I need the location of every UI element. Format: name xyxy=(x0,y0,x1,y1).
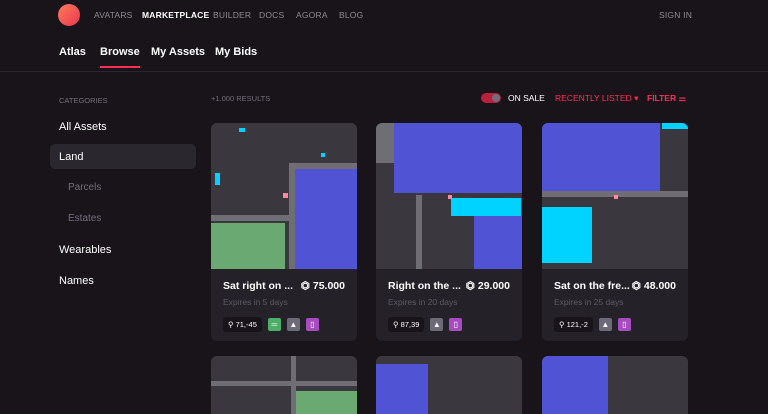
pin-icon: ⚲ xyxy=(559,320,565,329)
tab-browse[interactable]: Browse xyxy=(100,46,140,68)
coordinates-value: 71,-45 xyxy=(235,320,257,329)
coordinates-value: 87,39 xyxy=(400,320,420,329)
sidebar-item-wearables[interactable]: Wearables xyxy=(59,244,111,256)
sort-dropdown[interactable]: RECENTLY LISTED ▾ xyxy=(555,93,638,104)
on-sale-label: ON SALE xyxy=(508,93,545,103)
decentraland-logo[interactable] xyxy=(58,4,80,26)
road-proximity-icon: ▲ xyxy=(430,318,444,331)
mana-icon: ⏣ xyxy=(631,280,641,292)
land-card-partial[interactable] xyxy=(211,356,357,414)
nav-blog[interactable]: BLOG xyxy=(339,10,363,20)
card-badges: ⚲ 87,39 ▲ ▯ xyxy=(388,317,463,332)
road-proximity-icon: ▲ xyxy=(598,318,612,331)
sidebar-item-estates[interactable]: Estates xyxy=(68,213,101,224)
plaza-proximity-icon: ▯ xyxy=(305,318,319,331)
tab-my-assets[interactable]: My Assets xyxy=(151,46,205,58)
nav-builder[interactable]: BUILDER xyxy=(213,10,251,20)
divider xyxy=(0,71,768,72)
sort-label: RECENTLY LISTED xyxy=(555,93,632,103)
nav-avatars[interactable]: AVATARS xyxy=(94,10,133,20)
card-expiry: Expires in 5 days xyxy=(223,297,288,307)
land-map-thumbnail xyxy=(211,356,357,414)
mana-icon: ⏣ xyxy=(300,280,310,292)
coordinates-badge: ⚲ 71,-45 xyxy=(223,317,262,332)
road-adjacent-icon: ═ xyxy=(267,318,281,331)
card-price: ⏣ 75.000 xyxy=(301,280,345,292)
land-card-partial[interactable] xyxy=(542,356,688,414)
card-price: ⏣ 29.000 xyxy=(466,280,510,292)
plaza-proximity-icon: ▯ xyxy=(617,318,631,331)
sign-in-link[interactable]: SIGN IN xyxy=(659,10,692,20)
pin-icon: ⚲ xyxy=(393,320,399,329)
filter-button[interactable]: FILTER ⚌ xyxy=(647,93,686,104)
card-expiry: Expires in 25 days xyxy=(554,297,624,307)
land-card-partial[interactable] xyxy=(376,356,522,414)
coordinates-badge: ⚲ 87,39 xyxy=(388,317,425,332)
card-expiry: Expires in 20 days xyxy=(388,297,458,307)
price-value: 48.000 xyxy=(643,280,676,292)
card-badges: ⚲ 121,-2 ▲ ▯ xyxy=(554,317,631,332)
nav-marketplace[interactable]: MARKETPLACE xyxy=(142,10,209,20)
land-card[interactable]: Right on the ... ⏣ 29.000 Expires in 20 … xyxy=(376,123,522,341)
sidebar-item-all-assets[interactable]: All Assets xyxy=(59,121,107,133)
on-sale-toggle[interactable] xyxy=(481,93,501,103)
land-card[interactable]: Sat on the fre... ⏣ 48.000 Expires in 25… xyxy=(542,123,688,341)
sliders-icon: ⚌ xyxy=(678,93,687,103)
caret-down-icon: ▾ xyxy=(634,93,639,103)
card-price: ⏣ 48.000 xyxy=(632,280,676,292)
tab-atlas[interactable]: Atlas xyxy=(59,46,86,58)
sidebar-item-names[interactable]: Names xyxy=(59,275,94,287)
card-title: Sat right on ... xyxy=(223,280,293,292)
mana-icon: ⏣ xyxy=(465,280,475,292)
coordinates-value: 121,-2 xyxy=(566,320,588,329)
nav-agora[interactable]: AGORA xyxy=(296,10,328,20)
land-card[interactable]: Sat right on ... ⏣ 75.000 Expires in 5 d… xyxy=(211,123,357,341)
categories-heading: CATEGORIES xyxy=(59,96,108,105)
tab-my-bids[interactable]: My Bids xyxy=(215,46,257,58)
sidebar-item-parcels[interactable]: Parcels xyxy=(68,182,101,193)
card-badges: ⚲ 71,-45 ═ ▲ ▯ xyxy=(223,317,319,332)
top-bar: AVATARS MARKETPLACE BUILDER DOCS AGORA B… xyxy=(0,0,768,30)
filter-label: FILTER xyxy=(647,93,677,103)
land-map-thumbnail xyxy=(376,123,522,269)
land-map-thumbnail xyxy=(542,123,688,269)
land-map-thumbnail xyxy=(542,356,688,414)
land-map-thumbnail xyxy=(376,356,522,414)
nav-docs[interactable]: DOCS xyxy=(259,10,284,20)
pin-icon: ⚲ xyxy=(228,320,234,329)
land-map-thumbnail xyxy=(211,123,357,269)
road-proximity-icon: ▲ xyxy=(286,318,300,331)
card-title: Right on the ... xyxy=(388,280,461,292)
card-title: Sat on the fre... xyxy=(554,280,630,292)
coordinates-badge: ⚲ 121,-2 xyxy=(554,317,593,332)
plaza-proximity-icon: ▯ xyxy=(449,318,463,331)
price-value: 29.000 xyxy=(477,280,510,292)
results-count: +1.000 RESULTS xyxy=(211,94,271,103)
price-value: 75.000 xyxy=(312,280,345,292)
sidebar-item-land[interactable]: Land xyxy=(59,151,83,163)
